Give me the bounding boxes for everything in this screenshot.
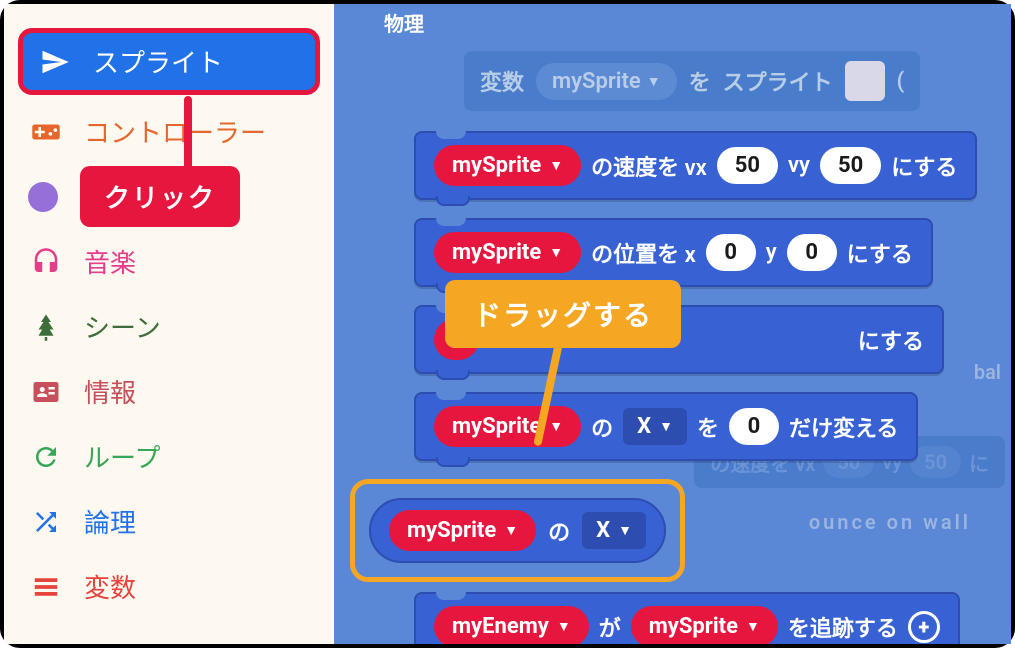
number-input[interactable]: 0	[729, 408, 779, 445]
caret-down-icon: ▼	[504, 522, 518, 539]
caret-down-icon: ▼	[618, 522, 632, 539]
sidebar-item-variables[interactable]: 変数	[4, 554, 334, 619]
sidebar-label: シーン	[84, 308, 161, 345]
sidebar-item-info[interactable]: 情報	[4, 359, 334, 424]
block-text: にする	[891, 150, 957, 182]
block-text: にする	[858, 324, 924, 356]
sidebar-label: ループ	[84, 438, 160, 475]
sprite-image-picker[interactable]	[845, 61, 885, 101]
number-input[interactable]: 0	[787, 234, 837, 271]
category-sidebar: スプライト コントローラー ゲーム 音楽 シーン	[4, 4, 334, 644]
sidebar-label: コントローラー	[84, 113, 266, 150]
block-text: の速度を vx	[591, 150, 707, 182]
axis-dropdown[interactable]: X ▼	[582, 512, 646, 549]
sidebar-item-loop[interactable]: ループ	[4, 424, 334, 489]
bars-icon	[28, 569, 64, 605]
block-text: の	[591, 411, 613, 443]
ghost-set-variable-block[interactable]: 変数 mySprite ▼ を スプライト (	[464, 51, 920, 111]
id-card-icon	[28, 374, 64, 410]
axis-dropdown[interactable]: X ▼	[623, 408, 687, 445]
variable-dropdown[interactable]: mySprite ▼	[434, 406, 581, 447]
caret-down-icon: ▼	[659, 418, 673, 435]
caret-down-icon: ▼	[549, 418, 563, 435]
tree-icon	[28, 309, 64, 345]
section-header: 物理	[354, 4, 991, 45]
ghost-label: 変数	[480, 65, 524, 97]
sidebar-item-logic[interactable]: 論理	[4, 489, 334, 554]
ghost-label: (	[897, 69, 905, 94]
caret-down-icon: ▼	[746, 618, 760, 635]
drag-highlight: mySprite ▼ の X ▼	[350, 479, 685, 582]
block-text: の	[548, 515, 570, 547]
ghost-label: スプライト	[723, 65, 833, 97]
sidebar-label: 音楽	[84, 243, 136, 280]
sprite-x-reporter-block[interactable]: mySprite ▼ の X ▼	[369, 498, 666, 563]
number-input[interactable]: 0	[706, 234, 756, 271]
sidebar-label: スプライト	[93, 43, 223, 80]
caret-down-icon: ▼	[647, 73, 661, 90]
variable-dropdown[interactable]: mySprite ▼	[536, 63, 677, 100]
caret-down-icon: ▼	[557, 618, 571, 635]
variable-dropdown[interactable]: mySprite ▼	[631, 606, 778, 644]
block-text: を追跡する	[788, 611, 898, 643]
sidebar-item-music[interactable]: 音楽	[4, 229, 334, 294]
set-velocity-block[interactable]: mySprite ▼ の速度を vx 50 vy 50 にする	[414, 131, 977, 200]
caret-down-icon: ▼	[549, 157, 563, 174]
number-input[interactable]: 50	[717, 147, 778, 184]
sidebar-item-sprites[interactable]: スプライト	[18, 28, 320, 95]
loop-icon	[28, 439, 64, 475]
follow-sprite-block[interactable]: myEnemy ▼ が mySprite ▼ を追跡する +	[414, 592, 960, 644]
variable-dropdown[interactable]: myEnemy ▼	[434, 606, 589, 644]
headphones-icon	[28, 244, 64, 280]
click-annotation: クリック	[80, 166, 240, 227]
plus-icon[interactable]: +	[908, 611, 940, 643]
sidebar-label: 変数	[84, 568, 136, 605]
shuffle-icon	[28, 504, 64, 540]
variable-dropdown[interactable]: mySprite ▼	[389, 510, 536, 551]
caret-down-icon: ▼	[549, 244, 563, 261]
number-input[interactable]: 50	[820, 147, 881, 184]
circle-icon	[28, 182, 58, 212]
gamepad-icon	[28, 114, 64, 150]
ghost-label: を	[689, 65, 711, 97]
set-position-block[interactable]: mySprite ▼ の位置を x 0 y 0 にする	[414, 218, 933, 287]
block-text: だけ変える	[789, 411, 898, 443]
block-text: にする	[847, 237, 913, 269]
block-text: の位置を x	[591, 237, 696, 269]
block-text: を	[697, 411, 719, 443]
paper-plane-icon	[37, 44, 73, 80]
variable-dropdown[interactable]: mySprite ▼	[434, 232, 581, 273]
sidebar-label: 論理	[84, 503, 136, 540]
annotation-pointer	[184, 96, 192, 170]
block-text: vy	[788, 153, 810, 178]
sidebar-label: 情報	[84, 373, 136, 410]
sidebar-item-controller[interactable]: コントローラー	[4, 99, 334, 164]
change-x-block[interactable]: mySprite ▼ の X ▼ を 0 だけ変える	[414, 392, 918, 461]
block-text: が	[599, 611, 621, 643]
variable-dropdown[interactable]: mySprite ▼	[434, 145, 581, 186]
block-text: y	[766, 240, 777, 265]
sidebar-item-scene[interactable]: シーン	[4, 294, 334, 359]
drag-annotation: ドラッグする	[445, 280, 681, 348]
